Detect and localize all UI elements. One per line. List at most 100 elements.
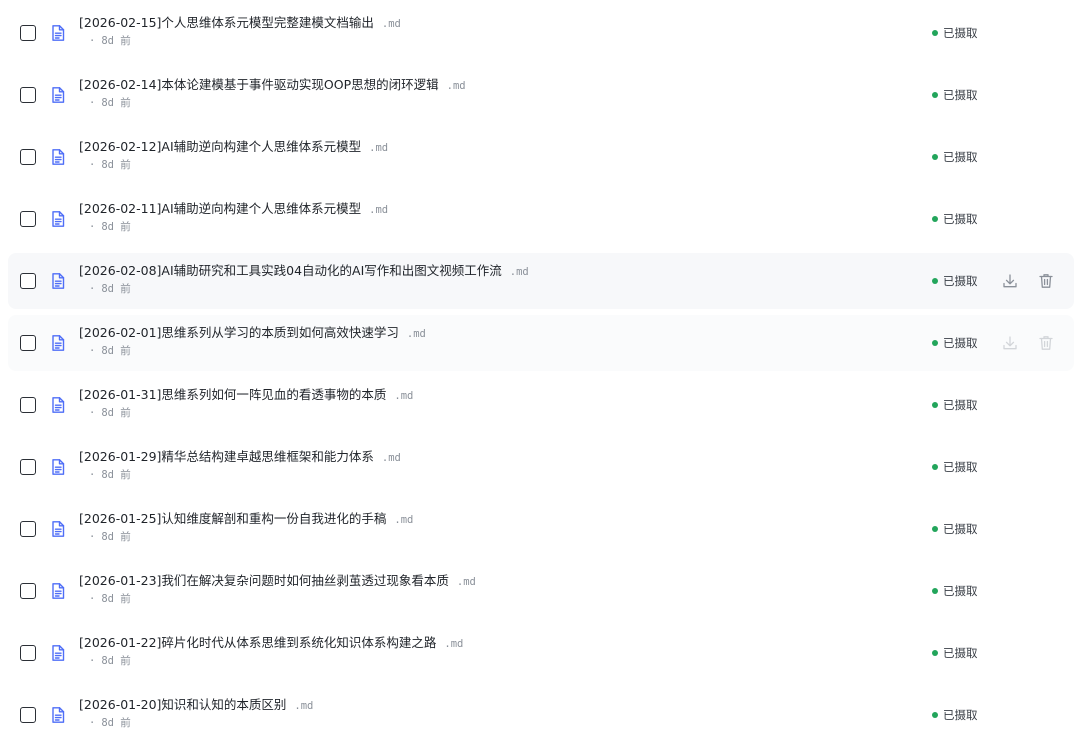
row-checkbox[interactable] [20,645,36,661]
document-icon [49,396,67,414]
file-name[interactable]: [2026-01-23]我们在解决复杂问题时如何抽丝剥茧透过现象看本质 [79,573,449,588]
status-dot-icon [932,30,938,36]
status-text: 已摄取 [943,646,978,660]
file-extension: .md [381,18,401,30]
file-time: 8d 前 [101,345,131,357]
meta-separator: · [89,35,96,47]
file-name[interactable]: [2026-02-11]AI辅助逆向构建个人思维体系元模型 [79,201,361,216]
file-name-line[interactable]: [2026-01-31]思维系列如何一阵见血的看透事物的本质 .md [79,386,413,405]
file-name-line[interactable]: [2026-01-29]精华总结构建卓越思维框架和能力体系 .md [79,448,401,467]
meta-separator: · [89,593,96,605]
file-extension: .md [394,390,414,402]
file-extension: .md [509,266,529,278]
file-name[interactable]: [2026-02-12]AI辅助逆向构建个人思维体系元模型 [79,139,361,154]
file-name-line[interactable]: [2026-01-20]知识和认知的本质区别 .md [79,696,313,715]
file-time: 8d 前 [101,469,131,481]
file-row[interactable]: [2026-01-29]精华总结构建卓越思维框架和能力体系 .md · 8d 前 已摄取 [8,439,1074,495]
file-row[interactable]: [2026-02-11]AI辅助逆向构建个人思维体系元模型 .md · 8d 前 已摄取 [8,191,1074,247]
status-text: 已摄取 [943,88,978,102]
file-extension: .md [394,514,414,526]
document-icon [49,458,67,476]
row-checkbox[interactable] [20,583,36,599]
file-name-line[interactable]: [2026-01-23]我们在解决复杂问题时如何抽丝剥茧透过现象看本质 .md [79,572,476,591]
file-row[interactable]: [2026-01-31]思维系列如何一阵见血的看透事物的本质 .md · 8d 前 已摄… [8,377,1074,433]
file-name-line[interactable]: [2026-02-14]本体论建模基于事件驱动实现OOP思想的闭环逻辑 .md [79,76,466,95]
file-row[interactable]: [2026-01-20]知识和认知的本质区别 .md · 8d 前 已摄取 [8,687,1074,743]
file-time: 8d 前 [101,283,131,295]
status-badge: 已摄取 [932,273,978,289]
status-dot-icon [932,278,938,284]
trash-icon[interactable] [1037,334,1055,352]
trash-icon[interactable] [1037,272,1055,290]
status-badge: 已摄取 [932,25,978,41]
file-row[interactable]: [2026-01-25]认知维度解剖和重构一份自我进化的手稿 .md · 8d 前 已摄… [8,501,1074,557]
file-row[interactable]: [2026-02-08]AI辅助研究和工具实践04自动化的AI写作和出图文视频工… [8,253,1074,309]
file-time: 8d 前 [101,717,131,729]
document-icon [49,272,67,290]
file-meta: · 8d 前 [89,344,131,358]
file-row[interactable]: [2026-01-23]我们在解决复杂问题时如何抽丝剥茧透过现象看本质 .md · 8… [8,563,1074,619]
file-name[interactable]: [2026-02-08]AI辅助研究和工具实践04自动化的AI写作和出图文视频工… [79,263,502,278]
file-name[interactable]: [2026-01-25]认知维度解剖和重构一份自我进化的手稿 [79,511,386,526]
meta-separator: · [89,345,96,357]
file-row[interactable]: [2026-02-12]AI辅助逆向构建个人思维体系元模型 .md · 8d 前 已摄取 [8,129,1074,185]
file-row[interactable]: [2026-02-01]思维系列从学习的本质到如何高效快速学习 .md · 8d 前 已… [8,315,1074,371]
file-extension: .md [446,80,466,92]
download-icon[interactable] [1001,334,1019,352]
row-checkbox[interactable] [20,211,36,227]
file-name[interactable]: [2026-02-01]思维系列从学习的本质到如何高效快速学习 [79,325,399,340]
status-text: 已摄取 [943,522,978,536]
meta-separator: · [89,531,96,543]
file-meta: · 8d 前 [89,530,131,544]
status-badge: 已摄取 [932,335,978,351]
status-dot-icon [932,588,938,594]
row-checkbox[interactable] [20,87,36,103]
file-name-line[interactable]: [2026-02-11]AI辅助逆向构建个人思维体系元模型 .md [79,200,388,219]
row-checkbox[interactable] [20,335,36,351]
file-extension: .md [381,452,401,464]
row-checkbox[interactable] [20,459,36,475]
row-checkbox[interactable] [20,25,36,41]
status-badge: 已摄取 [932,87,978,103]
file-name-line[interactable]: [2026-02-01]思维系列从学习的本质到如何高效快速学习 .md [79,324,426,343]
status-badge: 已摄取 [932,149,978,165]
row-checkbox[interactable] [20,521,36,537]
file-name-line[interactable]: [2026-02-12]AI辅助逆向构建个人思维体系元模型 .md [79,138,388,157]
document-icon [49,582,67,600]
status-dot-icon [932,526,938,532]
meta-separator: · [89,469,96,481]
meta-separator: · [89,283,96,295]
status-dot-icon [932,650,938,656]
file-name[interactable]: [2026-01-22]碎片化时代从体系思维到系统化知识体系构建之路 [79,635,436,650]
file-row[interactable]: [2026-02-14]本体论建模基于事件驱动实现OOP思想的闭环逻辑 .md · 8… [8,67,1074,123]
status-dot-icon [932,154,938,160]
download-icon[interactable] [1001,272,1019,290]
file-row[interactable]: [2026-01-22]碎片化时代从体系思维到系统化知识体系构建之路 .md · 8d… [8,625,1074,681]
file-name[interactable]: [2026-01-20]知识和认知的本质区别 [79,697,286,712]
file-name[interactable]: [2026-01-31]思维系列如何一阵见血的看透事物的本质 [79,387,386,402]
file-name[interactable]: [2026-01-29]精华总结构建卓越思维框架和能力体系 [79,449,374,464]
file-meta: · 8d 前 [89,282,131,296]
file-name[interactable]: [2026-02-15]个人思维体系元模型完整建模文档输出 [79,15,374,30]
file-list: [2026-02-15]个人思维体系元模型完整建模文档输出 .md · 8d 前已摄取… [0,0,1080,750]
status-text: 已摄取 [943,398,978,412]
status-dot-icon [932,712,938,718]
status-dot-icon [932,340,938,346]
file-extension: .md [444,638,464,650]
row-checkbox[interactable] [20,707,36,723]
status-badge: 已摄取 [932,211,978,227]
row-checkbox[interactable] [20,149,36,165]
row-checkbox[interactable] [20,397,36,413]
file-row[interactable]: [2026-02-15]个人思维体系元模型完整建模文档输出 .md · 8d 前 已摄取 [8,5,1074,61]
file-name-line[interactable]: [2026-01-22]碎片化时代从体系思维到系统化知识体系构建之路 .md [79,634,463,653]
file-name-line[interactable]: [2026-01-25]认知维度解剖和重构一份自我进化的手稿 .md [79,510,413,529]
status-badge: 已摄取 [932,397,978,413]
status-dot-icon [932,216,938,222]
file-time: 8d 前 [101,97,131,109]
file-name-line[interactable]: [2026-02-15]个人思维体系元模型完整建模文档输出 .md [79,14,401,33]
file-name-line[interactable]: [2026-02-08]AI辅助研究和工具实践04自动化的AI写作和出图文视频工… [79,262,529,281]
status-text: 已摄取 [943,584,978,598]
row-checkbox[interactable] [20,273,36,289]
file-name[interactable]: [2026-02-14]本体论建模基于事件驱动实现OOP思想的闭环逻辑 [79,77,439,92]
file-meta: · 8d 前 [89,654,131,668]
